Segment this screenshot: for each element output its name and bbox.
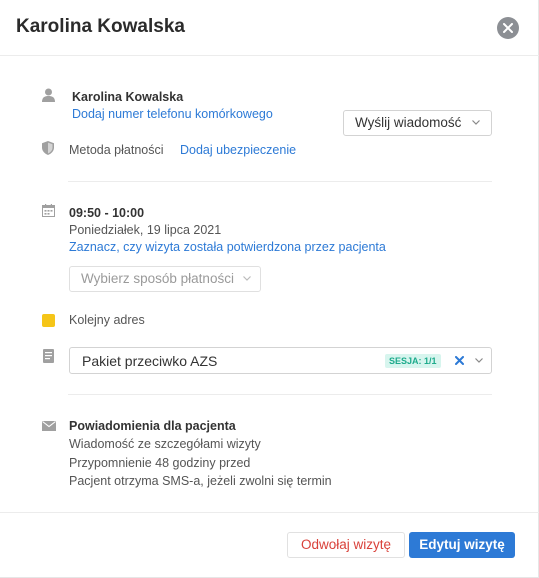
modal-header: Karolina Kowalska — [0, 0, 539, 56]
address-color-square — [42, 314, 55, 327]
payment-method-select[interactable]: Wybierz sposób płatności — [69, 266, 261, 292]
notification-line: Pacjent otrzyma SMS-a, jeżeli zwolni się… — [69, 474, 332, 488]
notification-line: Przypomnienie 48 godziny przed — [69, 456, 251, 470]
payment-method-label: Metoda płatności — [69, 143, 164, 157]
close-button[interactable] — [497, 17, 519, 39]
edit-visit-button[interactable]: Edytuj wizytę — [409, 532, 515, 558]
chevron-down-icon — [243, 276, 251, 281]
visit-time: 09:50 - 10:00 — [69, 206, 145, 220]
notifications-title: Powiadomienia dla pacjenta — [69, 419, 236, 433]
modal-title: Karolina Kowalska — [16, 16, 185, 37]
person-icon — [42, 88, 55, 102]
send-message-label: Wyślij wiadomość — [355, 115, 462, 130]
chevron-down-icon — [472, 120, 480, 125]
close-icon — [503, 23, 513, 33]
cancel-visit-button[interactable]: Odwołaj wizytę — [287, 532, 405, 558]
envelope-icon — [42, 421, 56, 431]
appointment-modal: Karolina Kowalska Karolina Kowalska Doda… — [0, 0, 539, 578]
confirm-visit-link[interactable]: Zaznacz, czy wizyta została potwierdzona… — [69, 240, 386, 254]
divider — [68, 394, 492, 395]
package-name: Pakiet przeciwko AZS — [82, 353, 218, 369]
send-message-button[interactable]: Wyślij wiadomość — [343, 110, 492, 136]
payment-select-placeholder: Wybierz sposób płatności — [81, 271, 234, 286]
add-phone-link[interactable]: Dodaj numer telefonu komórkowego — [72, 107, 273, 121]
notification-line: Wiadomość ze szczegółami wizyty — [69, 437, 261, 451]
add-insurance-link[interactable]: Dodaj ubezpieczenie — [180, 143, 296, 157]
address-label: Kolejny adres — [69, 313, 145, 327]
session-badge: SESJA: 1/1 — [385, 354, 441, 368]
shield-icon — [42, 141, 54, 155]
calendar-icon — [42, 204, 55, 217]
package-select[interactable]: Pakiet przeciwko AZS SESJA: 1/1 — [69, 347, 492, 374]
divider — [68, 181, 492, 182]
clear-icon[interactable] — [455, 356, 464, 365]
footer-divider — [0, 512, 539, 513]
document-icon — [43, 349, 54, 363]
patient-name: Karolina Kowalska — [72, 90, 184, 104]
visit-date: Poniedziałek, 19 lipca 2021 — [69, 223, 222, 237]
chevron-down-icon — [475, 358, 483, 363]
